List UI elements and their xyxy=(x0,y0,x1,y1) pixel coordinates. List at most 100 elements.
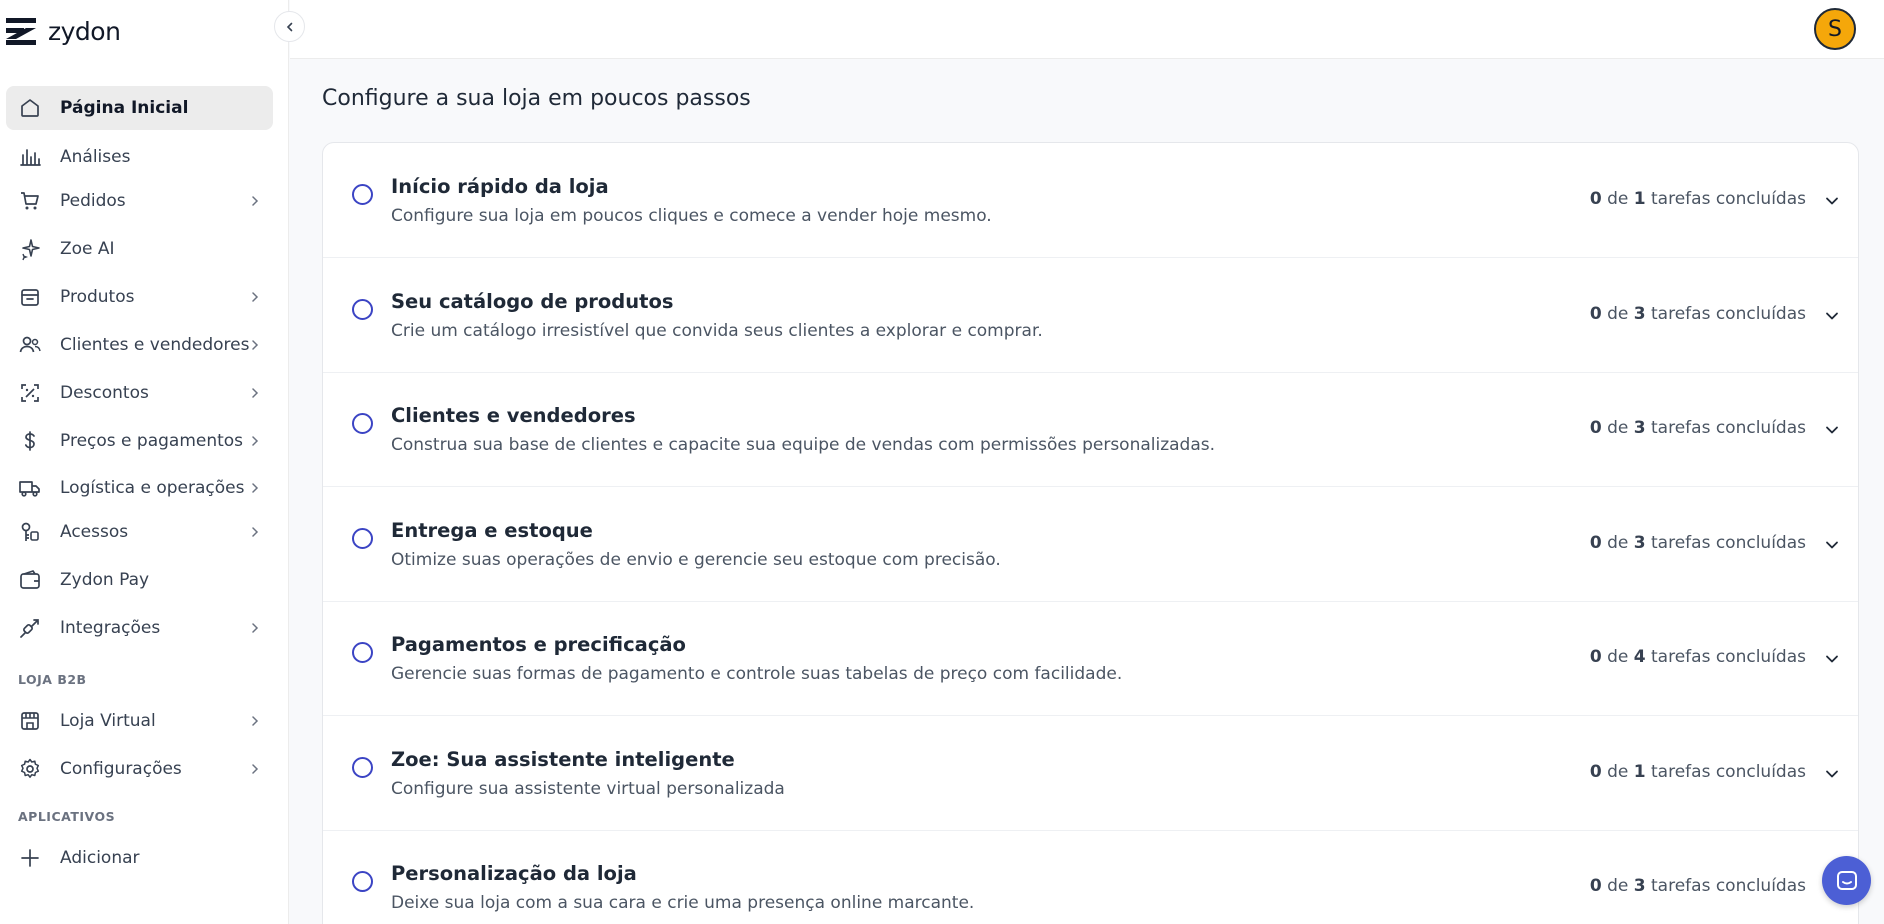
dollar-icon xyxy=(18,429,42,453)
storefront-icon xyxy=(18,709,42,733)
chevron-down-icon[interactable] xyxy=(1822,535,1842,555)
step-title: Seu catálogo de produtos xyxy=(391,289,674,313)
step-description: Configure sua assistente virtual persona… xyxy=(391,778,785,799)
plus-icon xyxy=(18,846,42,870)
step-total-count: 3 xyxy=(1633,303,1646,324)
chat-support-button[interactable] xyxy=(1822,856,1871,905)
step-total-count: 4 xyxy=(1633,647,1646,667)
step-count-of: de xyxy=(1607,876,1629,896)
user-avatar[interactable]: S xyxy=(1814,8,1856,50)
sparkles-icon xyxy=(18,237,42,261)
step-title: Pagamentos e precificação xyxy=(391,633,686,656)
chevron-down-icon[interactable] xyxy=(1822,191,1842,211)
step-count-suffix: tarefas concluídas xyxy=(1651,647,1806,667)
step-description: Deixe sua loja com a sua cara e crie uma… xyxy=(391,893,975,913)
step-count-of: de xyxy=(1607,189,1629,209)
step-count-suffix: tarefas concluídas xyxy=(1651,761,1806,782)
step-total-count: 3 xyxy=(1633,418,1646,438)
sidebar-item-label: Adicionar xyxy=(60,848,140,868)
step-progress: 0 de 3 tarefas concluídas xyxy=(1590,533,1806,553)
step-status-radio[interactable] xyxy=(352,413,373,434)
sidebar-item-chart-bars[interactable]: Análises xyxy=(6,135,273,179)
step-progress: 0 de 1 tarefas concluídas xyxy=(1590,762,1806,782)
truck-icon xyxy=(18,476,42,500)
step-status-radio[interactable] xyxy=(352,527,373,549)
sidebar-item-sparkles[interactable]: Zoe AI xyxy=(6,227,273,271)
sidebar-item-dollar[interactable]: Preços e pagamentos xyxy=(6,419,273,463)
step-status-radio[interactable] xyxy=(352,756,373,778)
sidebar-item-package[interactable]: Produtos xyxy=(6,275,273,319)
setup-step-row[interactable]: Entrega e estoque Otimize suas operações … xyxy=(323,487,1858,602)
sidebar-item-plug[interactable]: Integrações xyxy=(6,606,273,650)
wallet-icon xyxy=(18,568,42,592)
sidebar-item-plus[interactable]: Adicionar xyxy=(6,836,273,880)
step-status-radio[interactable] xyxy=(352,298,373,320)
chevron-down-icon[interactable] xyxy=(1822,649,1842,669)
setup-step-row[interactable]: Seu catálogo de produtos Crie um catálogo… xyxy=(323,258,1858,373)
gear-icon xyxy=(18,757,42,781)
step-progress: 0 de 3 tarefas concluídas xyxy=(1590,876,1806,896)
step-done-count: 0 xyxy=(1589,418,1602,438)
step-progress: 0 de 1 tarefas concluídas xyxy=(1590,189,1806,209)
step-count-suffix: tarefas concluídas xyxy=(1651,532,1806,553)
chevron-right-icon xyxy=(252,527,259,537)
setup-step-row[interactable]: Pagamentos e precificação Gerencie suas f… xyxy=(323,601,1858,716)
step-count-of: de xyxy=(1607,761,1629,782)
setup-step-row[interactable]: Início rápido da loja Configure sua loja … xyxy=(323,143,1858,258)
step-title: Personalização da loja xyxy=(391,862,637,885)
brand-logo[interactable]: zydon xyxy=(6,16,121,46)
sidebar-item-discount[interactable]: Descontos xyxy=(6,371,273,415)
step-description: Crie um catálogo irresistível que convid… xyxy=(391,320,1043,341)
chevron-right-icon xyxy=(252,716,259,726)
chevron-down-icon[interactable] xyxy=(1822,306,1842,326)
chevron-right-icon xyxy=(252,388,259,398)
step-done-count: 0 xyxy=(1589,761,1602,782)
users-icon xyxy=(18,333,42,357)
chevron-left-icon xyxy=(286,22,292,31)
step-count-suffix: tarefas concluídas xyxy=(1651,189,1806,209)
chevron-down-icon[interactable] xyxy=(1822,420,1842,440)
step-description: Gerencie suas formas de pagamento e cont… xyxy=(391,664,1123,684)
step-title: Clientes e vendedores xyxy=(391,404,636,427)
avatar-initial: S xyxy=(1828,16,1842,42)
section-label-store: LOJA B2B xyxy=(18,672,87,687)
sidebar-item-key[interactable]: Acessos xyxy=(6,510,273,554)
sidebar-item-label: Página Inicial xyxy=(60,98,189,118)
discount-icon xyxy=(18,381,42,405)
step-done-count: 0 xyxy=(1589,647,1602,667)
step-title: Início rápido da loja xyxy=(391,175,609,198)
sidebar-item-users[interactable]: Clientes e vendedores xyxy=(6,323,273,367)
step-count-of: de xyxy=(1607,418,1629,438)
step-status-radio[interactable] xyxy=(352,184,373,205)
step-progress: 0 de 3 tarefas concluídas xyxy=(1590,304,1806,324)
setup-step-row[interactable]: Personalização da loja Deixe sua loja com… xyxy=(323,830,1858,924)
sidebar-item-gear[interactable]: Configurações xyxy=(6,747,273,791)
page-title: Configure a sua loja em poucos passos xyxy=(322,86,751,111)
sidebar-item-cart[interactable]: Pedidos xyxy=(6,179,273,223)
step-title: Entrega e estoque xyxy=(391,518,593,542)
sidebar-item-wallet[interactable]: Zydon Pay xyxy=(6,558,273,602)
setup-step-row[interactable]: Zoe: Sua assistente inteligente Configure… xyxy=(323,716,1858,831)
chevron-right-icon xyxy=(252,764,259,774)
brand-name: zydon xyxy=(48,16,121,46)
chevron-right-icon xyxy=(252,340,259,350)
collapse-sidebar-button[interactable] xyxy=(274,11,305,42)
step-total-count: 1 xyxy=(1633,189,1646,209)
sidebar-item-home[interactable]: Página Inicial xyxy=(6,86,273,130)
step-status-radio[interactable] xyxy=(352,642,373,663)
zydon-logo-icon xyxy=(6,18,36,45)
chevron-right-icon xyxy=(252,483,259,493)
sidebar-item-storefront[interactable]: Loja Virtual xyxy=(6,699,273,743)
sidebar-item-truck[interactable]: Logística e operações xyxy=(6,466,273,510)
chevron-right-icon xyxy=(252,196,259,206)
chevron-down-icon[interactable] xyxy=(1822,764,1842,784)
step-status-radio[interactable] xyxy=(352,871,373,892)
step-total-count: 3 xyxy=(1633,876,1646,896)
step-count-suffix: tarefas concluídas xyxy=(1651,876,1806,896)
chevron-right-icon xyxy=(252,292,259,302)
key-icon xyxy=(18,520,42,544)
step-progress: 0 de 3 tarefas concluídas xyxy=(1590,418,1806,438)
step-description: Construa sua base de clientes e capacite… xyxy=(391,435,1216,455)
setup-step-row[interactable]: Clientes e vendedores Construa sua base d… xyxy=(323,372,1858,487)
sidebar-item-label: Clientes e vendedores xyxy=(60,335,250,355)
